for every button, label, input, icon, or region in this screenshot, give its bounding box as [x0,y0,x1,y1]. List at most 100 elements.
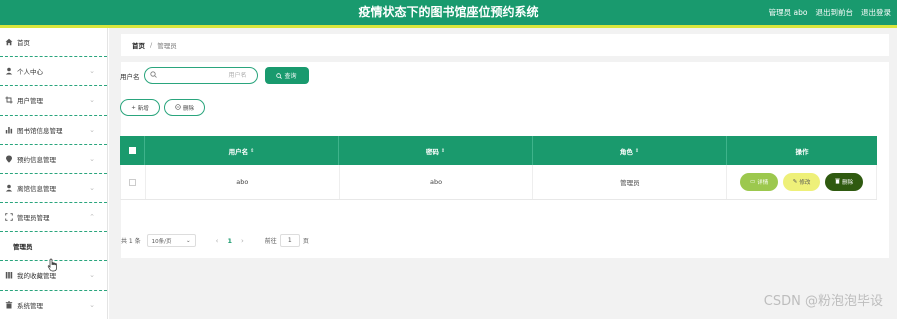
fullscreen-icon [5,213,13,221]
document-icon: ▭ [750,179,756,185]
sidebar-item-label: 离馆信息管理 [17,185,56,194]
query-button[interactable]: 查询 [264,67,309,84]
search-icon [276,72,283,79]
goto-label: 前往 [264,238,277,245]
sort-icon: ⇕ [250,147,255,154]
column-header-label: 用户名 [228,147,249,156]
edit-button[interactable]: ✎ 修改 [783,173,821,191]
delete-button[interactable]: 删除 [825,173,864,191]
pagination-total: 共 1 条 [121,238,141,245]
main-content: 首页 / 管理员 用户名 查询 + 新增 删除 [109,28,897,319]
sidebar-item-system-management[interactable]: 系统管理 ⌄ [0,291,107,319]
sidebar-item-user-management[interactable]: 用户管理 ⌄ [0,86,107,116]
sidebar-item-label: 个人中心 [17,68,43,77]
sidebar-item-home[interactable]: 首页 [0,28,107,58]
chevron-down-icon: ⌄ [89,271,95,280]
prev-page-icon[interactable]: ‹ [216,237,219,245]
current-user-label: 管理员 abo [768,8,808,17]
plus-icon: + [131,104,136,111]
hand-cursor-icon [47,258,57,272]
cell-password: abo [340,165,534,199]
detail-button[interactable]: ▭ 详情 [740,173,779,191]
chevron-down-icon: ⌄ [89,300,95,309]
chevron-down-icon: ⌄ [186,237,191,244]
sidebar-item-label: 首页 [17,39,30,48]
pagination: 共 1 条 10条/页 ⌄ ‹ 1 › 前往 1 页 [121,234,309,247]
home-icon [5,38,13,46]
column-header-label: 角色 [619,147,633,156]
sidebar-item-leave-info[interactable]: 离馆信息管理 ⌄ [0,174,107,204]
sidebar-subitem-admin[interactable]: 管理员 [0,232,107,262]
trash-icon [5,300,13,309]
next-page-icon[interactable]: › [241,237,244,245]
sidebar-item-label: 系统管理 [17,301,43,310]
sort-icon: ⇕ [634,147,640,154]
batch-delete-button-label: 删除 [182,105,194,112]
back-to-frontend-link[interactable]: 退出到前台 [816,0,854,25]
page-size-select[interactable]: 10条/页 ⌄ [146,234,196,247]
page-unit-label: 页 [302,238,309,245]
batch-delete-button[interactable]: 删除 [164,99,205,116]
sidebar-item-library-info[interactable]: 图书馆信息管理 ⌄ [0,116,107,145]
column-header-username[interactable]: 用户名 ⇕ [145,136,339,165]
pencil-icon: ✎ [792,179,798,185]
row-checkbox[interactable] [129,178,137,186]
cell-username: abo [146,165,340,199]
sort-icon: ⇕ [440,147,446,154]
query-button-label: 查询 [284,73,297,80]
delete-button-label: 删除 [842,180,854,186]
person-icon [5,67,13,75]
header-checkbox-cell [120,136,145,165]
select-all-checkbox[interactable] [128,147,136,154]
sidebar-item-label: 管理员管理 [17,214,50,223]
sidebar-item-label: 图书馆信息管理 [17,126,63,135]
detail-button-label: 详情 [757,180,769,186]
sidebar-item-label: 用户管理 [17,97,43,106]
trash-icon [835,178,840,186]
column-header-label: 密码 [425,147,439,156]
page-size-value: 10条/页 [151,238,172,245]
library-icon [5,271,13,279]
app-title: 疫情状态下的图书馆座位预约系统 [358,5,539,19]
breadcrumb: 首页 / 管理员 [121,34,889,56]
sidebar-item-personal-center[interactable]: 个人中心 ⌄ [0,57,107,87]
bar-chart-icon [5,126,13,134]
column-header-operations: 操作 [727,136,877,165]
header-user-links: 管理员 abo 退出到前台 退出登录 [769,0,891,25]
sidebar-item-admin-management[interactable]: 管理员管理 ⌃ [0,203,107,233]
person-icon [5,184,13,192]
sidebar-item-reservation-info[interactable]: 预约信息管理 ⌄ [0,145,107,174]
crop-icon [5,96,13,104]
username-search-input[interactable] [156,72,247,79]
column-header-role[interactable]: 角色 ⇕ [533,136,727,165]
column-header-label: 操作 [795,147,809,156]
sidebar-subitem-label: 管理员 [13,243,33,252]
row-checkbox-cell [121,165,146,199]
search-bar: 用户名 查询 [120,67,309,84]
breadcrumb-home[interactable]: 首页 [132,40,145,50]
location-icon [5,155,13,163]
sidebar: 首页 个人中心 ⌄ 用户管理 ⌄ 图书馆信息管理 ⌄ 预约信息管理 ⌄ 离馆信息… [0,28,108,319]
chevron-down-icon: ⌄ [89,154,95,163]
chevron-up-icon: ⌃ [89,213,95,222]
chevron-down-icon: ⌄ [89,184,95,193]
breadcrumb-current: 管理员 [157,42,177,50]
admin-table: 用户名 ⇕ 密码 ⇕ 角色 ⇕ 操作 abo abo 管理员 ▭ 详情 ✎ 修改… [120,136,878,200]
search-label: 用户名 [120,72,140,81]
goto-page-input[interactable]: 1 [279,234,300,247]
chevron-down-icon: ⌄ [89,125,95,134]
sidebar-item-label: 预约信息管理 [17,155,56,164]
cell-role: 管理员 [533,165,728,199]
action-buttons: + 新增 删除 [120,99,205,116]
breadcrumb-separator: / [150,41,153,49]
chevron-down-icon: ⌄ [89,96,95,105]
cell-operations: ▭ 详情 ✎ 修改 删除 [727,165,878,199]
csdn-watermark: CSDN @粉泡泡毕设 [763,294,883,309]
add-button[interactable]: + 新增 [120,99,160,116]
logout-link[interactable]: 退出登录 [861,0,891,25]
add-button-label: 新增 [137,105,149,112]
current-page-number[interactable]: 1 [227,237,232,245]
column-header-password[interactable]: 密码 ⇕ [339,136,533,165]
search-input-wrapper [143,67,258,84]
edit-button-label: 修改 [799,180,811,186]
